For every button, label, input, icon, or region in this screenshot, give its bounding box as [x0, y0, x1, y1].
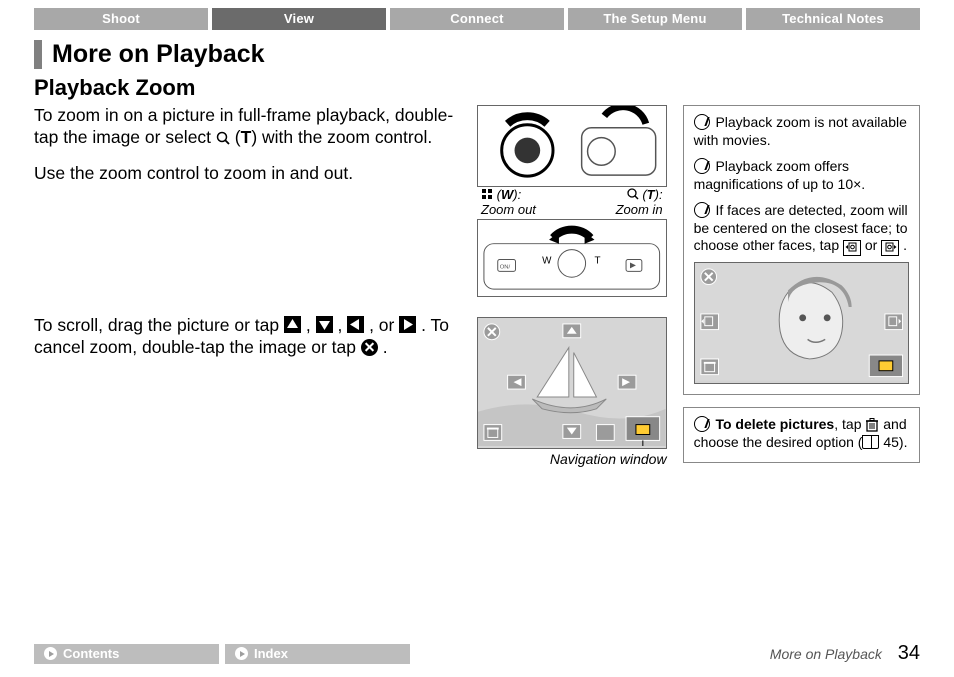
text: To scroll, drag the picture or tap	[34, 315, 284, 335]
index-label: Index	[254, 646, 288, 661]
tab-shoot[interactable]: Shoot	[34, 8, 208, 30]
paragraph-zoom-control: Use the zoom control to zoom in and out.	[34, 163, 461, 185]
footer-right: More on Playback 34	[770, 642, 920, 665]
note-1: Playback zoom is not available with movi…	[694, 114, 909, 150]
note-icon	[694, 158, 710, 174]
zoom-labels: (W): (T):	[477, 187, 667, 202]
book-icon	[862, 435, 879, 449]
paragraph-zoom-intro: To zoom in on a picture in full-frame pl…	[34, 105, 461, 149]
notes-column: Playback zoom is not available with movi…	[683, 105, 920, 467]
index-button[interactable]: Index	[225, 644, 410, 664]
tab-view[interactable]: View	[212, 8, 386, 30]
up-arrow-icon	[284, 316, 301, 333]
zoom-out-symbol: (W):	[481, 187, 521, 202]
zoom-out-label: Zoom out	[481, 202, 536, 217]
section-heading-bar: More on Playback	[34, 40, 920, 69]
zoom-in-symbol: (T):	[627, 187, 663, 202]
note-icon	[694, 416, 710, 432]
text: ) with the zoom control.	[251, 127, 432, 147]
footer-section: More on Playback	[770, 646, 882, 662]
tab-bar: Shoot View Connect The Setup Menu Techni…	[0, 0, 954, 30]
text: 45).	[879, 434, 907, 450]
note-icon	[694, 202, 710, 218]
text: ,	[306, 315, 316, 335]
face-next-icon	[881, 240, 899, 256]
footer: Contents Index More on Playback 34	[0, 642, 954, 665]
figure-navigation-window	[477, 317, 667, 449]
note-icon	[694, 114, 710, 130]
cancel-icon	[361, 339, 378, 356]
note-box-2: To delete pictures, tap and choose the d…	[683, 407, 920, 463]
text: , tap	[834, 416, 865, 432]
svg-text:W: W	[542, 255, 552, 266]
right-arrow-icon	[399, 316, 416, 333]
arrow-icon	[235, 647, 248, 660]
figure-zoom-control-top: W T ON/	[477, 219, 667, 297]
contents-button[interactable]: Contents	[34, 644, 219, 664]
page-number: 34	[898, 642, 920, 664]
text: .	[383, 337, 388, 357]
note-3: If faces are detected, zoom will be cent…	[694, 202, 909, 257]
note-2: Playback zoom offers magnifications of u…	[694, 158, 909, 194]
navigation-window-label: Navigation window	[477, 451, 667, 467]
svg-text:ON/: ON/	[500, 264, 511, 270]
paragraph-scroll: To scroll, drag the picture or tap , , ,…	[34, 315, 461, 359]
arrow-icon	[44, 647, 57, 660]
text: ,	[337, 315, 347, 335]
down-arrow-icon	[316, 316, 333, 333]
note-box-1: Playback zoom is not available with movi…	[683, 105, 920, 395]
tab-technical[interactable]: Technical Notes	[746, 8, 920, 30]
contents-label: Contents	[63, 646, 119, 661]
section-heading: More on Playback	[52, 40, 265, 68]
svg-text:T: T	[594, 255, 600, 266]
tab-connect[interactable]: Connect	[390, 8, 564, 30]
trash-icon	[865, 417, 879, 432]
body-column: To zoom in on a picture in full-frame pl…	[34, 105, 461, 467]
text: , or	[369, 315, 399, 335]
zoom-in-label: Zoom in	[616, 202, 663, 217]
magnifier-icon	[216, 129, 230, 143]
subsection-heading: Playback Zoom	[34, 75, 920, 101]
delete-note-bold: To delete pictures	[715, 416, 834, 432]
figure-camera-dial	[477, 105, 667, 187]
figure-face-detect	[694, 262, 909, 384]
zoom-label-texts: Zoom out Zoom in	[477, 202, 667, 217]
face-prev-icon	[843, 240, 861, 256]
tab-setup-menu[interactable]: The Setup Menu	[568, 8, 742, 30]
left-arrow-icon	[347, 316, 364, 333]
figure-column: (W): (T): Zoom out Zoom in W T	[477, 105, 667, 467]
